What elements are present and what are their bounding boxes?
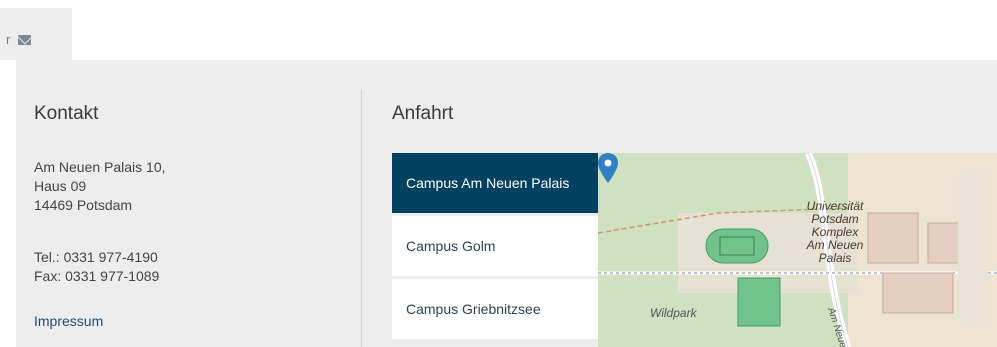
address-line: Haus 09 <box>34 178 87 194</box>
tab-label-fragment: r <box>6 32 11 47</box>
anfahrt-column: Anfahrt Campus Am Neuen Palais Campus Go… <box>392 60 997 347</box>
column-divider <box>361 90 362 347</box>
phone-number: Tel.: 0331 977-4190 <box>34 249 158 265</box>
contact-tab[interactable]: r <box>0 8 72 60</box>
campus-map[interactable]: Universität Potsdam Komplex Am Neuen Pal… <box>598 153 997 347</box>
fax-number: Fax: 0331 977-1089 <box>34 268 160 284</box>
top-bar: r <box>0 0 997 60</box>
mail-icon <box>18 35 31 45</box>
anfahrt-heading: Anfahrt <box>392 103 454 124</box>
kontakt-heading: Kontakt <box>34 103 99 124</box>
kontakt-column: Kontakt Am Neuen Palais 10, Haus 09 1446… <box>34 60 364 347</box>
map-label-wildpark: Wildpark <box>650 306 697 320</box>
address-line: Am Neuen Palais 10, <box>34 159 166 175</box>
campus-tab-list: Campus Am Neuen Palais Campus Golm Campu… <box>392 153 614 342</box>
impressum-link[interactable]: Impressum <box>34 313 103 329</box>
poi-label-line: Palais <box>818 251 852 265</box>
campus-tab-golm[interactable]: Campus Golm <box>392 216 598 276</box>
poi-label-universitaet: Universität Potsdam Komplex Am Neuen Pal… <box>790 200 880 265</box>
campus-tab-am-neuen-palais[interactable]: Campus Am Neuen Palais <box>392 153 614 213</box>
contact-panel: Kontakt Am Neuen Palais 10, Haus 09 1446… <box>16 60 997 347</box>
location-pin-icon[interactable] <box>598 153 618 183</box>
address-block: Am Neuen Palais 10, Haus 09 14469 Potsda… <box>34 158 166 215</box>
campus-tab-griebnitzsee[interactable]: Campus Griebnitzsee <box>392 279 598 339</box>
address-line: 14469 Potsdam <box>34 197 133 213</box>
phone-block: Tel.: 0331 977-4190 Fax: 0331 977-1089 <box>34 248 159 286</box>
